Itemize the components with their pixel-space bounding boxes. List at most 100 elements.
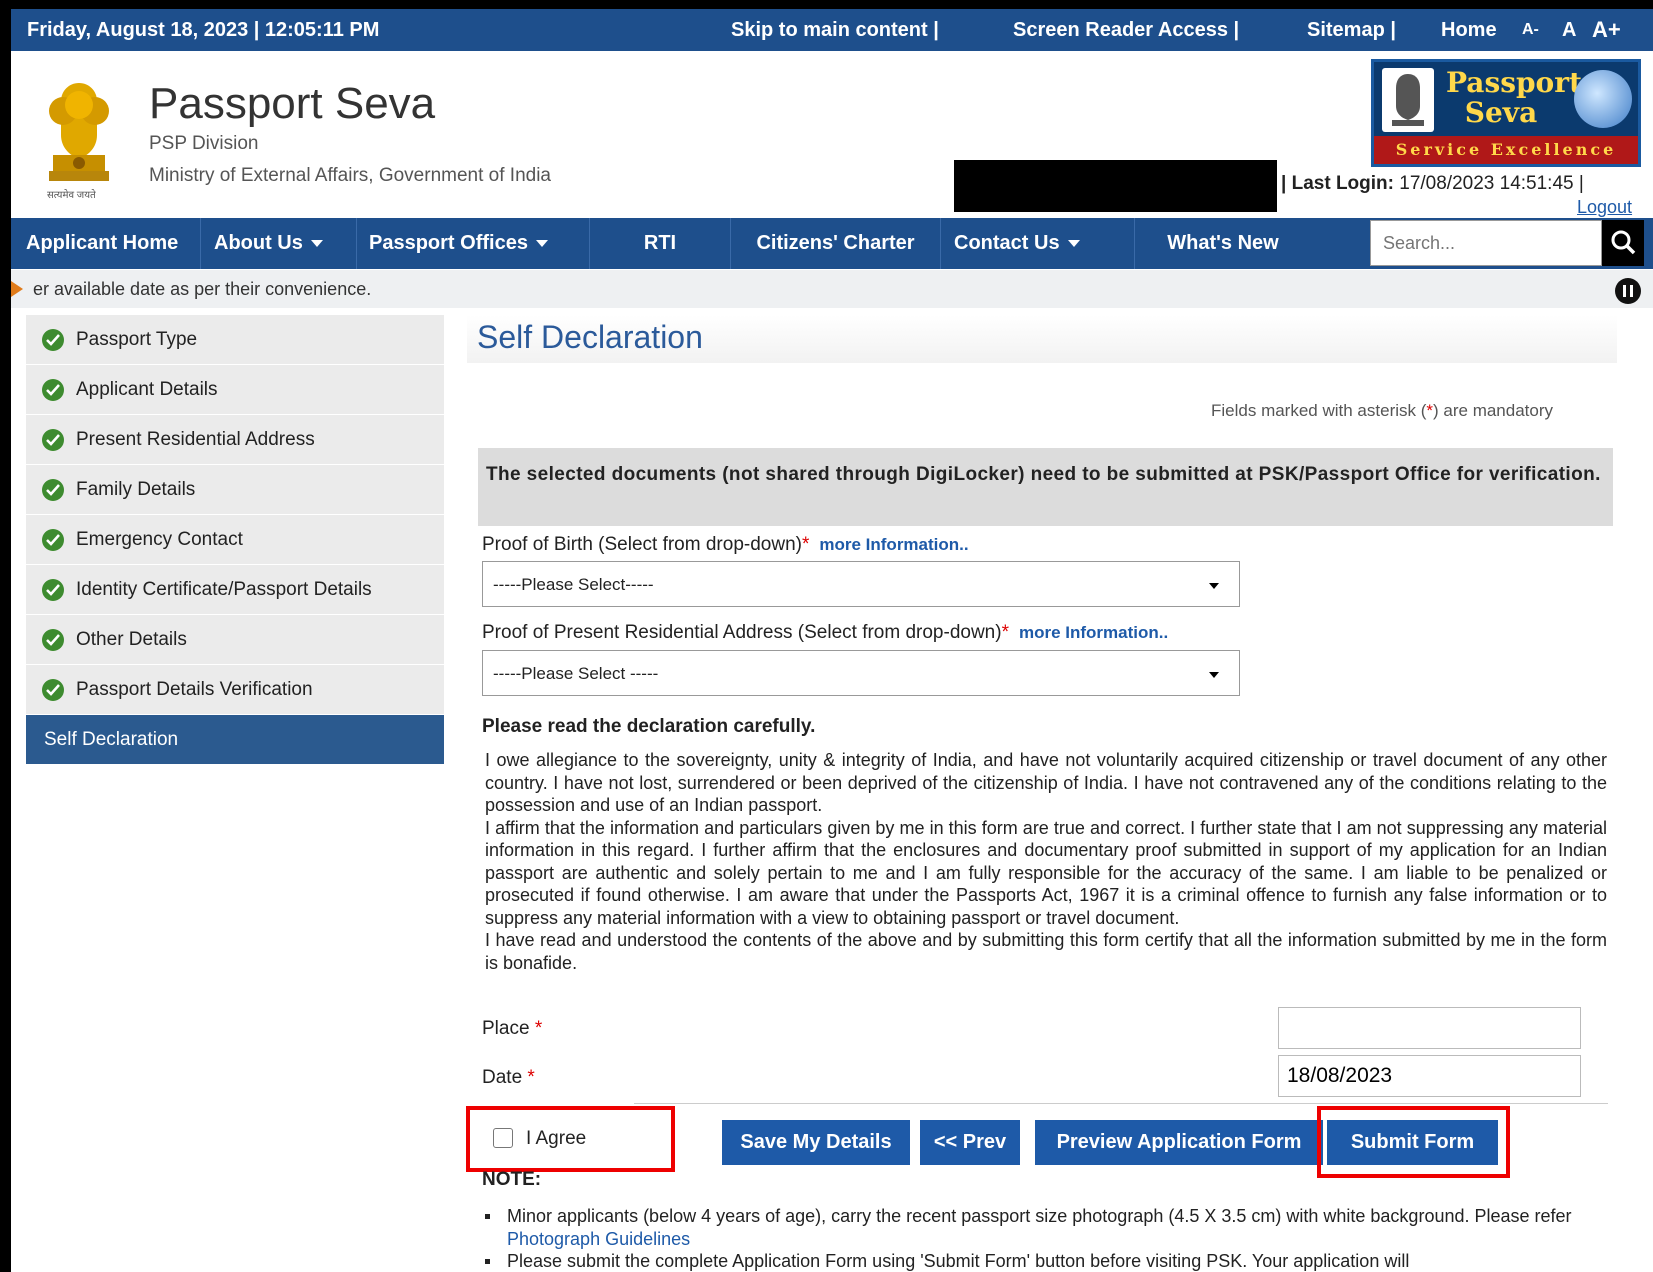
check-circle-icon [42, 629, 64, 651]
chevron-down-icon [535, 240, 548, 248]
current-datetime: Friday, August 18, 2023 | 12:05:11 PM [27, 19, 380, 41]
required-asterisk: * [527, 1067, 535, 1088]
national-emblem-icon: सत्यमेव जयते [39, 75, 119, 207]
date-label: Date * [482, 1067, 535, 1089]
sitemap-link[interactable]: Sitemap | [1307, 19, 1396, 42]
emblem-caption: सत्यमेव जयते [47, 190, 96, 201]
nav-label: About Us [214, 232, 303, 254]
font-increase-button[interactable]: A+ [1592, 17, 1621, 43]
agree-highlight: I Agree [466, 1106, 675, 1172]
last-login-label: | Last Login: [1281, 173, 1394, 194]
sidebar-item-label: Identity Certificate/Passport Details [76, 579, 372, 600]
page-title-bar: Self Declaration [467, 315, 1617, 363]
ticker-text: er available date as per their convenien… [33, 279, 372, 299]
font-decrease-button[interactable]: A- [1522, 21, 1539, 39]
proof-of-birth-select[interactable]: -----Please Select----- [482, 561, 1240, 607]
browser-viewport: Friday, August 18, 2023 | 12:05:11 PM Sk… [11, 9, 1653, 1272]
search-input[interactable] [1370, 220, 1602, 266]
sidebar-item-label: Other Details [76, 629, 187, 650]
nav-about-us[interactable]: About Us [201, 218, 357, 269]
sidebar-item-identity-certificate[interactable]: Identity Certificate/Passport Details [26, 565, 444, 615]
sidebar-item-emergency-contact[interactable]: Emergency Contact [26, 515, 444, 565]
field-label: Proof of Present Residential Address (Se… [482, 622, 1002, 643]
pause-icon [1623, 285, 1626, 297]
more-info-link[interactable]: more Information.. [1019, 623, 1168, 642]
sidebar-item-label: Emergency Contact [76, 529, 243, 550]
check-circle-icon [42, 379, 64, 401]
nav-label: RTI [643, 232, 677, 254]
declaration-heading: Please read the declaration carefully. [482, 716, 816, 737]
more-info-link[interactable]: more Information.. [819, 535, 968, 554]
required-asterisk: * [1001, 622, 1009, 643]
sidebar-item-passport-type[interactable]: Passport Type [26, 315, 444, 365]
news-ticker: er available date as per their convenien… [11, 270, 1653, 308]
logo-tagline: Service Excellence [1374, 136, 1638, 164]
field-label: Date [482, 1067, 523, 1088]
nav-passport-offices[interactable]: Passport Offices [357, 218, 590, 269]
mandatory-note-text: ) are mandatory [1433, 401, 1554, 420]
select-value: -----Please Select ----- [493, 664, 659, 683]
required-asterisk: * [534, 1018, 543, 1039]
document-submission-notice: The selected documents (not shared throu… [478, 448, 1613, 526]
proof-of-address-select[interactable]: -----Please Select ----- [482, 650, 1240, 696]
check-circle-icon [42, 479, 64, 501]
font-normal-button[interactable]: A [1562, 19, 1576, 42]
dropdown-arrow-icon [1209, 672, 1219, 678]
place-label: Place * [482, 1018, 542, 1040]
nav-rti[interactable]: RTI [590, 218, 731, 269]
divider [634, 1103, 1608, 1104]
agree-label[interactable]: I Agree [526, 1128, 586, 1150]
check-circle-icon [42, 429, 64, 451]
save-my-details-button[interactable]: Save My Details [722, 1120, 910, 1165]
nav-label: Applicant Home [26, 232, 179, 254]
required-asterisk: * [801, 534, 810, 555]
pause-ticker-button[interactable] [1615, 278, 1641, 304]
ministry-label: Ministry of External Affairs, Government… [149, 165, 551, 186]
sidebar-item-self-declaration[interactable]: Self Declaration [26, 715, 444, 765]
globe-icon [1574, 70, 1632, 128]
page-title: Self Declaration [477, 319, 703, 355]
preview-application-button[interactable]: Preview Application Form [1035, 1120, 1323, 1165]
nav-label: Passport Offices [369, 232, 528, 254]
sidebar-item-label: Family Details [76, 479, 196, 500]
list-item: Minor applicants (below 4 years of age),… [482, 1205, 1612, 1250]
place-input[interactable] [1278, 1007, 1581, 1049]
agree-checkbox[interactable] [493, 1128, 513, 1148]
passport-seva-logo: Passport Seva Service Excellence [1371, 59, 1641, 167]
date-input[interactable] [1278, 1055, 1581, 1097]
nav-label: Contact Us [954, 232, 1060, 254]
logout-link[interactable]: Logout [1577, 197, 1632, 218]
skip-to-content-link[interactable]: Skip to main content | [731, 19, 939, 42]
mandatory-note: Fields marked with asterisk (*) are mand… [1211, 401, 1553, 421]
redacted-user-info [954, 160, 1277, 212]
sidebar-item-passport-verification[interactable]: Passport Details Verification [26, 665, 444, 715]
sidebar-item-label: Applicant Details [76, 379, 218, 400]
site-title[interactable]: Passport Seva [149, 79, 435, 129]
search-button[interactable] [1602, 220, 1644, 266]
prev-button[interactable]: << Prev [920, 1120, 1020, 1165]
logo-line2: Seva [1464, 96, 1538, 129]
sidebar-item-other-details[interactable]: Other Details [26, 615, 444, 665]
check-circle-icon [42, 529, 64, 551]
field-label: Place [482, 1018, 530, 1039]
screen-reader-link[interactable]: Screen Reader Access | [1013, 19, 1239, 42]
note-heading: NOTE: [482, 1169, 542, 1190]
list-item: Please submit the complete Application F… [482, 1250, 1612, 1272]
sidebar-item-family-details[interactable]: Family Details [26, 465, 444, 515]
home-link[interactable]: Home [1441, 19, 1497, 42]
nav-applicant-home[interactable]: Applicant Home [11, 218, 201, 269]
nav-citizens-charter[interactable]: Citizens' Charter [731, 218, 941, 269]
ticker-arrow-icon [11, 281, 23, 297]
sidebar-item-applicant-details[interactable]: Applicant Details [26, 365, 444, 415]
nav-whats-new[interactable]: What's New [1135, 218, 1311, 269]
photograph-guidelines-link[interactable]: Photograph Guidelines [507, 1229, 690, 1249]
application-steps-sidebar: Passport Type Applicant Details Present … [26, 315, 444, 765]
nav-contact-us[interactable]: Contact Us [941, 218, 1135, 269]
check-circle-icon [42, 329, 64, 351]
field-label: Proof of Birth (Select from drop-down) [482, 534, 802, 555]
logo-line1: Passport [1446, 66, 1582, 99]
chevron-down-icon [310, 240, 323, 248]
nav-label: Citizens' Charter [756, 232, 915, 254]
sidebar-item-present-address[interactable]: Present Residential Address [26, 415, 444, 465]
last-login-value: 17/08/2023 14:51:45 | [1399, 173, 1584, 194]
